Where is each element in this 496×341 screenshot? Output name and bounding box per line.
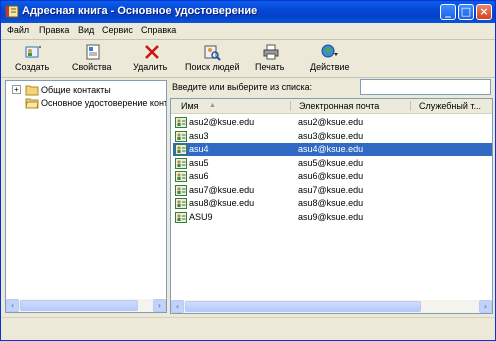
column-header-work-phone[interactable]: Служебный т... bbox=[411, 99, 492, 114]
scroll-right-icon[interactable]: › bbox=[153, 299, 166, 312]
minimize-button[interactable]: _ bbox=[440, 4, 456, 20]
contact-card-icon bbox=[175, 144, 187, 155]
contact-email: asu2@ksue.edu bbox=[298, 117, 364, 127]
contact-email: asu7@ksue.edu bbox=[298, 184, 364, 195]
list-hscrollbar[interactable]: ‹ › bbox=[171, 300, 492, 313]
minimize-icon: _ bbox=[445, 5, 451, 18]
maximize-icon: □ bbox=[460, 5, 472, 18]
scroll-thumb[interactable] bbox=[20, 300, 138, 311]
action-icon bbox=[321, 44, 338, 58]
title-bar[interactable]: Адресная книга - Основное удостоверение … bbox=[1, 1, 495, 23]
status-bar bbox=[1, 317, 495, 340]
find-people-button[interactable]: Поиск людей bbox=[183, 41, 243, 75]
menu-separator bbox=[1, 39, 495, 40]
print-icon bbox=[263, 44, 279, 60]
contact-row[interactable]: asu7@ksue.edu asu7@ksue.edu bbox=[173, 184, 492, 197]
action-label: Действие bbox=[310, 62, 350, 72]
toolbar-separator bbox=[1, 77, 495, 78]
contact-row[interactable]: ASU9 asu9@ksue.edu bbox=[173, 211, 492, 224]
contact-name: asu3 bbox=[189, 130, 209, 141]
new-button[interactable]: Создать bbox=[14, 41, 54, 75]
contact-name: asu4 bbox=[189, 144, 209, 154]
menu-bar: Файл Правка Вид Сервис Справка bbox=[1, 23, 495, 39]
sort-ascending-icon: ▲ bbox=[209, 102, 216, 109]
close-button[interactable]: × bbox=[476, 4, 492, 20]
scroll-right-icon[interactable]: › bbox=[479, 300, 492, 313]
menu-tools[interactable]: Сервис bbox=[102, 25, 133, 35]
tree-item-label: Общие контакты bbox=[41, 85, 111, 95]
contact-email: asu8@ksue.edu bbox=[298, 198, 364, 208]
address-book-window: Адресная книга - Основное удостоверение … bbox=[0, 0, 496, 341]
contact-email: asu9@ksue.edu bbox=[298, 211, 364, 222]
contact-email: asu6@ksue.edu bbox=[298, 171, 364, 181]
maximize-button[interactable]: □ bbox=[458, 4, 474, 20]
contact-name: asu8@ksue.edu bbox=[189, 198, 255, 208]
contact-name: asu6 bbox=[189, 171, 209, 181]
delete-button[interactable]: Удалить bbox=[131, 41, 171, 75]
contact-email: asu4@ksue.edu bbox=[298, 144, 364, 154]
contact-name: asu7@ksue.edu bbox=[189, 184, 255, 195]
contact-card-icon bbox=[175, 198, 187, 209]
contact-card-icon bbox=[175, 117, 187, 128]
delete-label: Удалить bbox=[133, 62, 168, 72]
contacts-list: Имя ▲ Электронная почта Служебный т... a… bbox=[170, 98, 493, 314]
contacts-tree: + Общие контакты Основное удостоверение … bbox=[5, 80, 167, 313]
tree-item-label: Основное удостоверение конт bbox=[41, 98, 167, 108]
window-title: Адресная книга - Основное удостоверение bbox=[22, 5, 258, 17]
contact-name: asu5 bbox=[189, 157, 209, 168]
new-contact-icon bbox=[25, 46, 41, 58]
scroll-left-icon[interactable]: ‹ bbox=[171, 300, 184, 313]
contact-row[interactable]: asu8@ksue.edu asu8@ksue.edu bbox=[173, 197, 492, 210]
properties-icon bbox=[86, 44, 100, 60]
scroll-thumb[interactable] bbox=[185, 301, 421, 312]
contact-card-icon bbox=[175, 211, 187, 223]
contact-row[interactable]: asu3 asu3@ksue.edu bbox=[173, 130, 492, 143]
contact-email: asu5@ksue.edu bbox=[298, 157, 364, 168]
action-button[interactable]: Действие bbox=[307, 41, 353, 75]
search-label: Введите или выберите из списка: bbox=[172, 82, 313, 92]
folder-open-icon bbox=[25, 98, 39, 109]
properties-button[interactable]: Свойства bbox=[71, 41, 115, 75]
properties-label: Свойства bbox=[72, 62, 112, 72]
menu-edit[interactable]: Правка bbox=[39, 25, 69, 35]
toolbar: Создать Свойства Удалить Поиск людей Печ… bbox=[1, 41, 495, 77]
folder-icon bbox=[25, 85, 39, 96]
menu-file[interactable]: Файл bbox=[7, 25, 29, 35]
delete-icon bbox=[145, 45, 159, 59]
find-people-icon bbox=[204, 45, 221, 61]
close-icon: × bbox=[479, 5, 489, 18]
new-label: Создать bbox=[15, 62, 50, 72]
contact-row[interactable]: asu5 asu5@ksue.edu bbox=[173, 157, 492, 170]
contact-card-icon bbox=[175, 157, 187, 169]
contact-card-icon bbox=[175, 130, 187, 142]
contact-row[interactable]: asu4 asu4@ksue.edu bbox=[173, 143, 492, 156]
tree-hscrollbar[interactable]: ‹ › bbox=[6, 299, 166, 312]
print-button[interactable]: Печать bbox=[253, 41, 289, 75]
expand-icon[interactable]: + bbox=[12, 85, 21, 94]
menu-help[interactable]: Справка bbox=[141, 25, 176, 35]
menu-view[interactable]: Вид bbox=[78, 25, 94, 35]
contact-card-icon bbox=[175, 171, 187, 182]
search-input[interactable] bbox=[360, 79, 491, 95]
contact-email: asu3@ksue.edu bbox=[298, 130, 364, 141]
find-people-label: Поиск людей bbox=[185, 62, 240, 72]
contact-row[interactable]: asu2@ksue.edu asu2@ksue.edu bbox=[173, 116, 492, 129]
scroll-left-icon[interactable]: ‹ bbox=[6, 299, 19, 312]
contact-row[interactable]: asu6 asu6@ksue.edu bbox=[173, 170, 492, 183]
print-label: Печать bbox=[255, 62, 285, 72]
contact-name: asu2@ksue.edu bbox=[189, 117, 255, 127]
address-book-icon bbox=[5, 5, 19, 18]
column-header-name[interactable]: Имя ▲ bbox=[171, 99, 291, 114]
contact-card-icon bbox=[175, 184, 187, 196]
column-header-email[interactable]: Электронная почта bbox=[291, 99, 411, 114]
contact-name: ASU9 bbox=[189, 211, 213, 222]
